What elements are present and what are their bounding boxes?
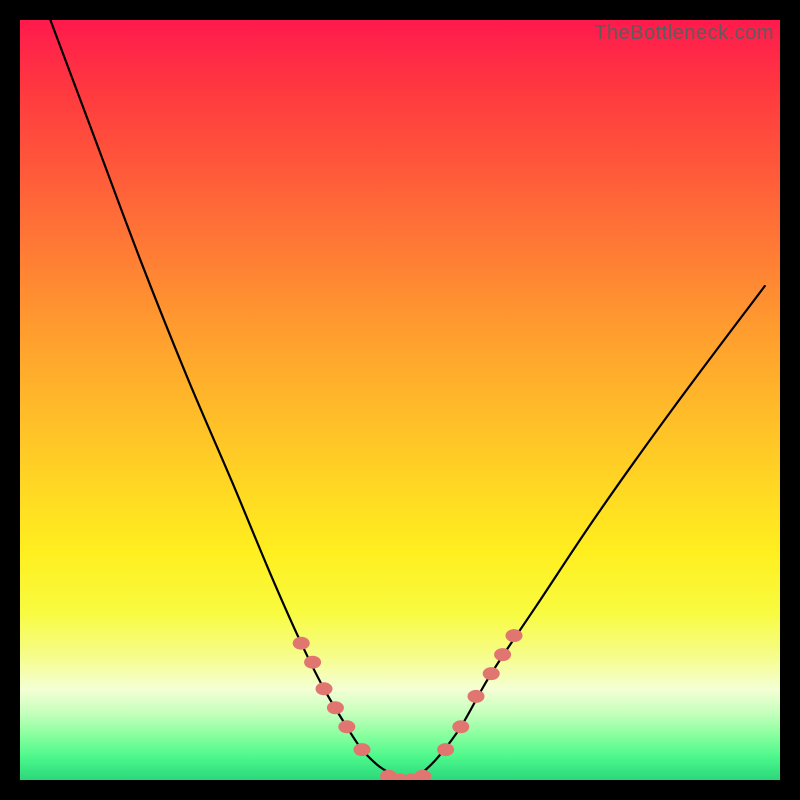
curve-markers [293, 629, 523, 780]
curve-marker [414, 770, 431, 780]
curve-marker [468, 690, 485, 703]
curve-marker [437, 743, 454, 756]
curve-marker [506, 629, 523, 642]
chart-plot-area: TheBottleneck.com [20, 20, 780, 780]
curve-marker [483, 667, 500, 680]
curve-marker [327, 701, 344, 714]
curve-marker [293, 637, 310, 650]
curve-marker [304, 656, 321, 669]
curve-marker [316, 682, 333, 695]
chart-frame: TheBottleneck.com [0, 0, 800, 800]
curve-marker [338, 720, 355, 733]
curve-marker [494, 648, 511, 661]
chart-svg [20, 20, 780, 780]
watermark-text: TheBottleneck.com [594, 22, 774, 45]
curve-marker [452, 720, 469, 733]
bottleneck-curve [50, 20, 764, 780]
curve-marker [354, 743, 371, 756]
